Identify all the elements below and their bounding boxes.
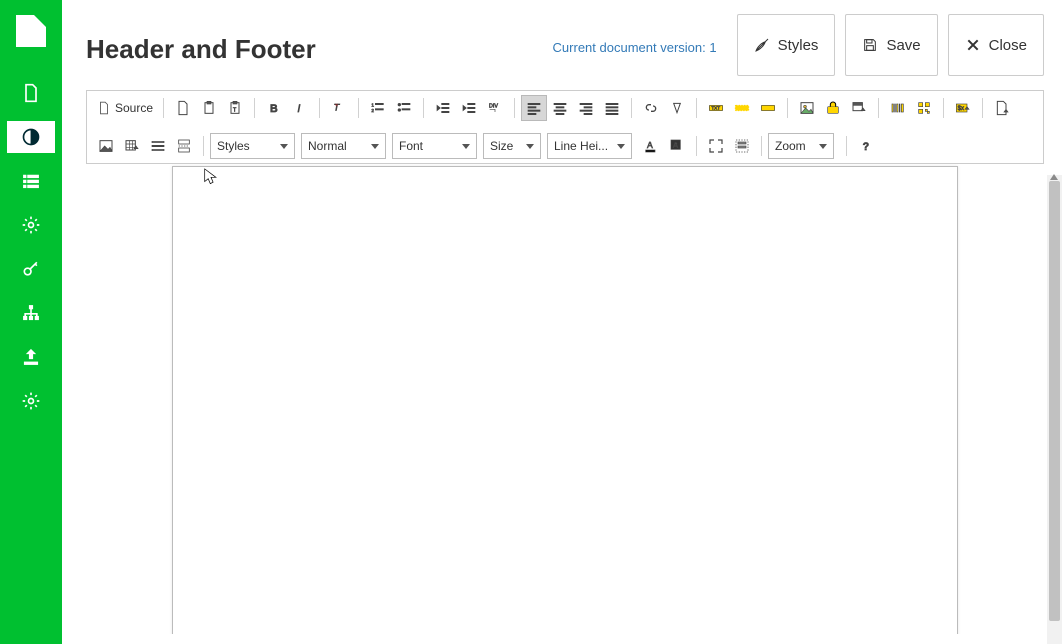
variable-dropdown-icon[interactable]: $x: [950, 95, 976, 121]
save-icon: [862, 37, 878, 53]
side-item-key[interactable]: [7, 253, 55, 285]
source-button[interactable]: Source: [93, 95, 157, 121]
txt-field-icon[interactable]: TXT: [703, 95, 729, 121]
format-combo[interactable]: Normal: [301, 133, 386, 159]
indent-icon[interactable]: [456, 95, 482, 121]
table-dropdown-icon[interactable]: [119, 133, 145, 159]
image-icon[interactable]: [794, 95, 820, 121]
source-icon: [97, 101, 111, 115]
svg-text:2: 2: [371, 108, 374, 113]
new-page-icon[interactable]: [170, 95, 196, 121]
app-logo: [16, 15, 46, 47]
align-left-icon[interactable]: [521, 95, 547, 121]
svg-text:TXT: TXT: [711, 105, 720, 110]
link-icon[interactable]: [638, 95, 664, 121]
justify-icon[interactable]: [599, 95, 625, 121]
anchor-icon[interactable]: [664, 95, 690, 121]
save-button-label: Save: [886, 37, 920, 54]
layout-dropdown-icon[interactable]: [846, 95, 872, 121]
zoom-combo[interactable]: Zoom: [768, 133, 834, 159]
lock-field-icon[interactable]: [820, 95, 846, 121]
side-item-upload[interactable]: [7, 341, 55, 373]
scrollbar[interactable]: [1047, 175, 1062, 644]
save-button[interactable]: Save: [845, 14, 937, 76]
font-combo[interactable]: Font: [392, 133, 477, 159]
barcode-icon[interactable]: [885, 95, 911, 121]
svg-text:$x: $x: [958, 106, 964, 112]
svg-text:T: T: [233, 107, 237, 113]
source-label: Source: [115, 101, 153, 115]
paste-text-icon[interactable]: T: [222, 95, 248, 121]
doc-dropdown-icon[interactable]: [989, 95, 1015, 121]
size-combo[interactable]: Size: [483, 133, 541, 159]
side-item-org[interactable]: [7, 297, 55, 329]
styles-combo[interactable]: Styles: [210, 133, 295, 159]
side-item-document[interactable]: [7, 77, 55, 109]
styles-button-label: Styles: [778, 37, 819, 54]
svg-text:I: I: [297, 103, 300, 115]
side-item-contrast[interactable]: [7, 121, 55, 153]
picture-icon[interactable]: [93, 133, 119, 159]
italic-icon[interactable]: I: [287, 95, 313, 121]
scroll-thumb[interactable]: [1049, 181, 1060, 621]
maximize-icon[interactable]: [703, 133, 729, 159]
bullet-list-icon[interactable]: [391, 95, 417, 121]
lineheight-combo[interactable]: Line Hei...: [547, 133, 632, 159]
editor-toolbar: Source T B I T 12 DIV: [86, 90, 1044, 164]
svg-text:B: B: [270, 103, 278, 115]
svg-text:1: 1: [371, 103, 374, 108]
text-color-icon[interactable]: A: [638, 133, 664, 159]
feather-icon: [754, 37, 770, 53]
help-icon[interactable]: ?: [853, 133, 879, 159]
close-button[interactable]: Close: [948, 14, 1044, 76]
paste-icon[interactable]: [196, 95, 222, 121]
clear-format-icon[interactable]: T: [326, 95, 352, 121]
hr-icon[interactable]: [145, 133, 171, 159]
styles-button[interactable]: Styles: [737, 14, 836, 76]
svg-text:?: ?: [863, 141, 870, 153]
close-button-label: Close: [989, 37, 1027, 54]
side-item-settings[interactable]: [7, 385, 55, 417]
outdent-icon[interactable]: [430, 95, 456, 121]
numbered-list-icon[interactable]: 12: [365, 95, 391, 121]
bg-color-icon[interactable]: A: [664, 133, 690, 159]
show-blocks-icon[interactable]: [729, 133, 755, 159]
bold-icon[interactable]: B: [261, 95, 287, 121]
editor-page[interactable]: [172, 166, 958, 634]
svg-text:A: A: [673, 140, 678, 149]
close-icon: [965, 37, 981, 53]
sidebar: [0, 0, 62, 644]
div-icon[interactable]: DIV: [482, 95, 508, 121]
align-right-icon[interactable]: [573, 95, 599, 121]
side-item-list[interactable]: [7, 165, 55, 197]
qrcode-icon[interactable]: [911, 95, 937, 121]
section-icon[interactable]: [729, 95, 755, 121]
svg-text:DIV: DIV: [489, 103, 498, 109]
version-label: Current document version: 1: [553, 14, 723, 55]
side-item-gear[interactable]: [7, 209, 55, 241]
align-center-icon[interactable]: [547, 95, 573, 121]
block-icon[interactable]: [755, 95, 781, 121]
editor-frame: [86, 164, 1044, 634]
page-title: Header and Footer: [86, 14, 316, 65]
pagebreak-icon[interactable]: [171, 133, 197, 159]
